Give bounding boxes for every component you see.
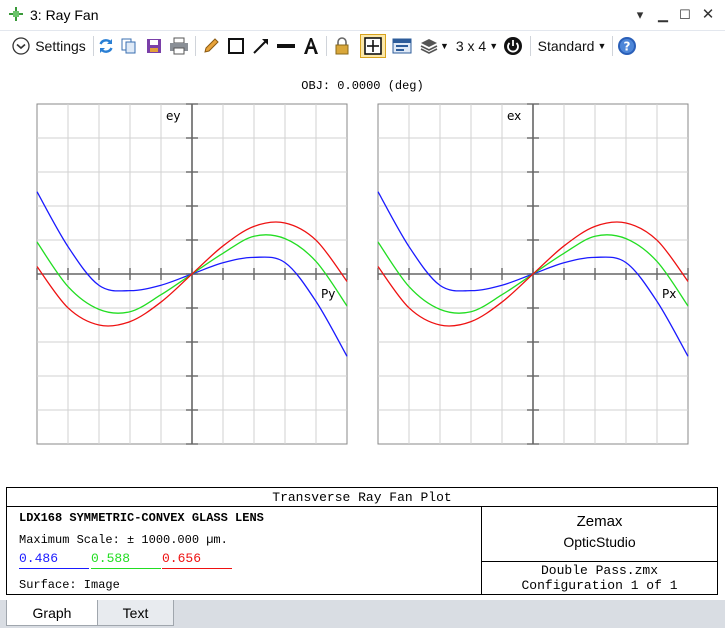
toolbar-separator bbox=[326, 36, 327, 56]
wavelength-label: 0.588 bbox=[91, 551, 161, 569]
chevron-down-icon: ▼ bbox=[597, 41, 607, 51]
file-info: Double Pass.zmx Configuration 1 of 1 bbox=[482, 562, 717, 595]
grid-axes-icon bbox=[364, 37, 382, 55]
plot-info-block: Transverse Ray Fan Plot LDX168 SYMMETRIC… bbox=[6, 487, 718, 595]
max-scale: Maximum Scale: ± 1000.000 µm. bbox=[19, 533, 228, 547]
window-layout-button[interactable] bbox=[390, 34, 414, 58]
toolbar: Settings ▼ 3 x 4 ▼ Standard ▼ ? bbox=[0, 31, 725, 61]
ray-fan-chart-ex: ex Px bbox=[377, 103, 689, 445]
tab-bar: Graph Text bbox=[0, 600, 725, 628]
settings-label: Settings bbox=[35, 38, 86, 54]
printer-icon bbox=[170, 37, 188, 55]
toolbar-separator bbox=[530, 36, 531, 56]
lens-name: LDX168 SYMMETRIC-CONVEX GLASS LENS bbox=[19, 511, 264, 525]
brand-box: Zemax OpticStudio bbox=[482, 507, 717, 562]
window-titlebar: 3: Ray Fan ▾ ▁ ☐ ✕ bbox=[0, 0, 725, 31]
plot-header: OBJ: 0.0000 (deg) bbox=[301, 79, 424, 93]
lock-button[interactable] bbox=[331, 34, 353, 58]
help-button[interactable]: ? bbox=[616, 34, 638, 58]
chevron-down-circle-icon bbox=[12, 37, 30, 55]
tab-graph[interactable]: Graph bbox=[6, 600, 98, 626]
toolbar-separator bbox=[612, 36, 613, 56]
toolbar-separator bbox=[195, 36, 196, 56]
brand-product: OpticStudio bbox=[563, 534, 636, 550]
rectangle-icon bbox=[228, 38, 244, 54]
y-axis-label: ex bbox=[507, 109, 521, 123]
ray-fan-plot-sagittal: ex Px bbox=[377, 103, 689, 445]
file-name: Double Pass.zmx bbox=[540, 563, 659, 578]
window-title: 3: Ray Fan bbox=[30, 7, 99, 23]
tab-text[interactable]: Text bbox=[98, 600, 174, 626]
layout-label: 3 x 4 bbox=[455, 38, 487, 54]
x-axis-label: Py bbox=[321, 287, 335, 301]
chevron-down-icon: ▼ bbox=[489, 41, 499, 51]
refresh-button[interactable] bbox=[96, 34, 116, 58]
save-icon bbox=[147, 39, 161, 53]
style-dropdown[interactable]: Standard ▼ bbox=[535, 34, 609, 58]
copy-icon bbox=[121, 38, 136, 54]
y-axis-label: ey bbox=[166, 109, 180, 123]
power-button[interactable] bbox=[501, 34, 525, 58]
maximize-icon[interactable]: ☐ bbox=[677, 7, 693, 23]
arrow-tool-button[interactable] bbox=[250, 34, 272, 58]
lock-icon bbox=[335, 37, 349, 55]
settings-button[interactable]: Settings bbox=[7, 34, 91, 58]
text-tool-button[interactable] bbox=[300, 34, 322, 58]
lens-info: LDX168 SYMMETRIC-CONVEX GLASS LENS Maxim… bbox=[7, 507, 482, 594]
text-icon bbox=[304, 38, 318, 54]
toolbar-separator bbox=[93, 36, 94, 56]
ray-fan-chart-ey: ey Py bbox=[36, 103, 348, 445]
line-tool-button[interactable] bbox=[275, 34, 297, 58]
axes-toggle-button[interactable] bbox=[360, 34, 386, 58]
power-icon bbox=[504, 37, 522, 55]
refresh-icon bbox=[99, 39, 113, 53]
x-axis-label: Px bbox=[662, 287, 676, 301]
ray-fan-plot-tangential: ey Py bbox=[36, 103, 348, 445]
style-label: Standard bbox=[537, 38, 595, 54]
print-button[interactable] bbox=[168, 34, 190, 58]
plot-title: Transverse Ray Fan Plot bbox=[7, 488, 717, 507]
copy-button[interactable] bbox=[119, 34, 139, 58]
save-button[interactable] bbox=[143, 34, 165, 58]
layers-icon bbox=[420, 39, 438, 54]
pencil-tool-button[interactable] bbox=[200, 34, 222, 58]
close-icon[interactable]: ✕ bbox=[700, 7, 716, 23]
rectangle-tool-button[interactable] bbox=[225, 34, 247, 58]
pencil-icon bbox=[204, 38, 219, 53]
chevron-down-icon: ▼ bbox=[440, 41, 449, 51]
line-icon bbox=[277, 44, 295, 48]
brand-name: Zemax bbox=[576, 513, 623, 530]
minimize-icon[interactable]: ▁ bbox=[655, 7, 671, 23]
configuration-label: Configuration 1 of 1 bbox=[521, 578, 678, 593]
window-icon bbox=[392, 38, 412, 54]
help-icon: ? bbox=[618, 37, 636, 55]
move-icon[interactable] bbox=[8, 6, 24, 22]
layout-dropdown[interactable]: 3 x 4 ▼ bbox=[455, 34, 499, 58]
surface-label: Surface: Image bbox=[19, 578, 120, 592]
svg-text:?: ? bbox=[624, 40, 631, 54]
arrow-icon bbox=[253, 39, 268, 54]
wavelength-label: 0.486 bbox=[19, 551, 89, 569]
pin-down-icon[interactable]: ▾ bbox=[632, 7, 648, 23]
layers-dropdown[interactable]: ▼ bbox=[418, 34, 450, 58]
wavelength-label: 0.656 bbox=[162, 551, 232, 569]
